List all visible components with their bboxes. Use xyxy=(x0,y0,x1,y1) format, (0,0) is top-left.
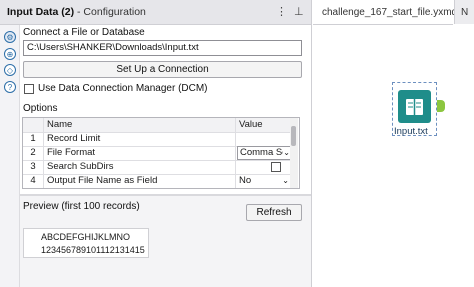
preview-row: ABCDEFGHIJKLMNO xyxy=(41,232,131,242)
panel-title-main: Input Data (2) xyxy=(7,6,75,18)
tool-label: Input.txt xyxy=(394,126,428,137)
options-grid: Name Value 1 Record Limit 2 File Format … xyxy=(22,117,300,189)
table-row[interactable]: 1 Record Limit xyxy=(23,132,293,147)
panel-title-sub: - Configuration xyxy=(77,6,146,18)
tab-next-label: N xyxy=(461,7,469,18)
name-column-header: Name xyxy=(44,118,236,132)
search-subdirs-checkbox[interactable] xyxy=(271,162,281,172)
option-name: Search SubDirs xyxy=(44,160,236,174)
value-column-header: Value xyxy=(239,119,263,130)
option-name: Record Limit xyxy=(44,132,236,146)
options-scroll-thumb[interactable] xyxy=(291,126,296,146)
gear-icon[interactable]: ⚙ xyxy=(4,31,16,43)
chevron-down-icon[interactable]: ⌄ xyxy=(282,174,289,188)
table-row[interactable]: 2 File Format Comma Separat ⌄ xyxy=(23,146,293,161)
output-file-name-select[interactable]: No ⌄ xyxy=(237,174,293,188)
row-number: 3 xyxy=(23,160,44,174)
output-file-name-value: No xyxy=(239,175,252,186)
dcm-label: Use Data Connection Manager (DCM) xyxy=(38,83,208,94)
record-limit-input[interactable] xyxy=(237,132,293,146)
chevron-down-icon[interactable]: ⌄ xyxy=(283,147,290,159)
num-column-header xyxy=(23,118,44,132)
arrow-circle-icon[interactable]: ⊕ xyxy=(4,48,16,60)
row-number: 1 xyxy=(23,132,44,146)
tag-icon[interactable]: ◇ xyxy=(4,64,16,76)
tab-next[interactable]: N xyxy=(454,0,474,24)
search-subdirs-cell xyxy=(237,160,293,174)
option-name: Output File Name as Field xyxy=(44,174,236,188)
book-icon[interactable] xyxy=(398,90,431,123)
file-format-select[interactable]: Comma Separat ⌄ xyxy=(237,146,293,160)
workflow-canvas[interactable] xyxy=(312,25,474,287)
preview-label: Preview (first 100 records) xyxy=(23,201,140,212)
help-icon[interactable]: ? xyxy=(4,81,16,93)
connect-heading: Connect a File or Database xyxy=(23,27,145,38)
table-row[interactable]: 3 Search SubDirs xyxy=(23,160,293,175)
option-name: File Format xyxy=(44,146,236,160)
row-number: 4 xyxy=(23,174,44,188)
table-row[interactable]: 4 Output File Name as Field No ⌄ xyxy=(23,174,293,188)
options-header-row: Name Value xyxy=(23,118,293,133)
more-options-icon[interactable]: ⋮ xyxy=(276,5,287,18)
preview-row: 123456789101112131415 xyxy=(41,245,145,255)
dcm-checkbox[interactable] xyxy=(24,84,34,94)
options-heading: Options xyxy=(23,103,58,114)
file-path-input[interactable]: C:\Users\SHANKER\Downloads\Input.txt xyxy=(23,40,302,56)
pin-icon[interactable]: ⊥ xyxy=(294,5,304,18)
output-anchor[interactable] xyxy=(437,100,445,112)
tab-workflow-label: challenge_167_start_file.yxmd* xyxy=(322,7,461,18)
panel-title: Input Data (2) - Configuration xyxy=(7,6,146,18)
setup-connection-button[interactable]: Set Up a Connection xyxy=(23,61,302,78)
refresh-button[interactable]: Refresh xyxy=(246,204,302,221)
row-number: 2 xyxy=(23,146,44,160)
